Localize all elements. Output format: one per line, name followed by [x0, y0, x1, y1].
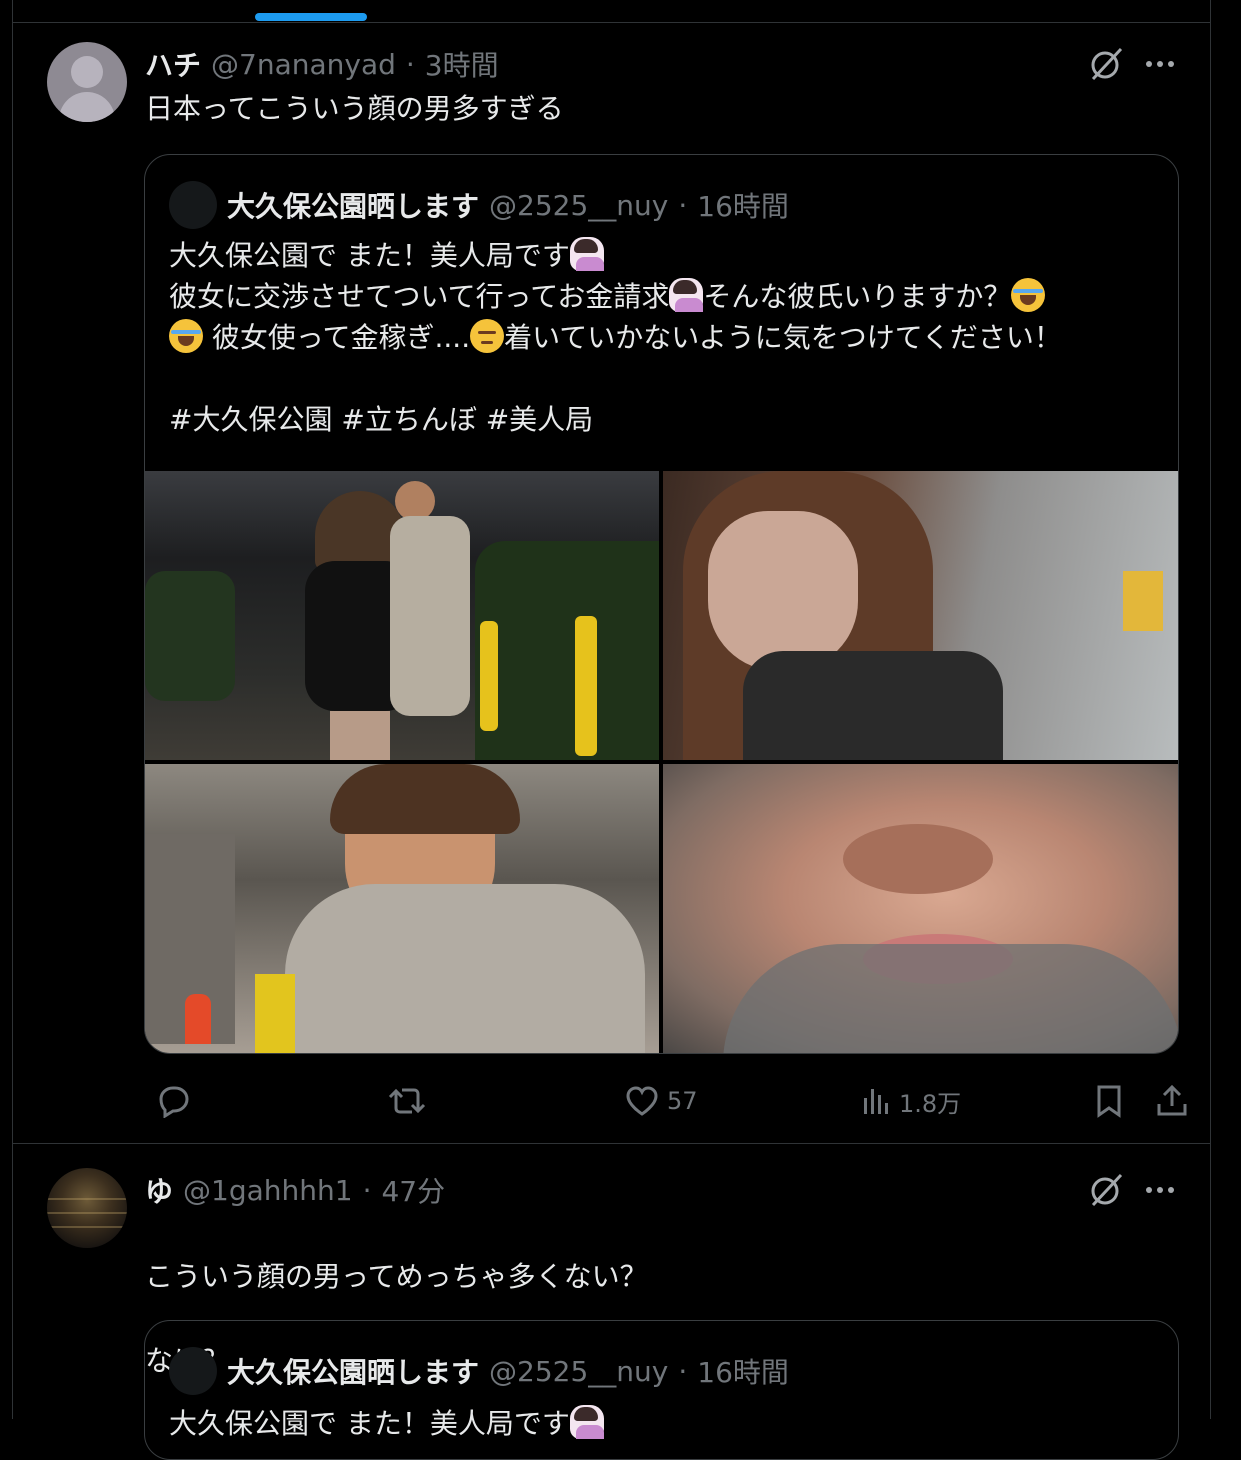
- post-text-line: こういう顔の男ってめっちゃ多くない？: [145, 1260, 648, 1293]
- quoted-line-text: 彼女使って金稼ぎ....: [211, 321, 471, 354]
- avatar[interactable]: [47, 42, 127, 122]
- quoted-header: 大久保公園晒します @2525__nuy · 16時間: [227, 1349, 789, 1393]
- views-button[interactable]: 1.8万: [861, 1078, 961, 1124]
- post-header: ハチ @7nananyad · 3時間: [145, 44, 499, 84]
- post-header: ゆ @1gahhhh1 · 47分: [145, 1170, 445, 1210]
- separator: ·: [405, 47, 415, 81]
- quoted-line-text: 大久保公園で また！美人局です: [169, 239, 570, 272]
- quoted-avatar[interactable]: [169, 1347, 217, 1395]
- media-man-face-closeup[interactable]: [663, 764, 1178, 1053]
- author-handle[interactable]: @7nananyad: [211, 48, 396, 81]
- quoted-header: 大久保公園晒します @2525__nuy · 16時間: [227, 183, 789, 227]
- author-handle[interactable]: @1gahhhh1: [183, 1174, 353, 1207]
- quoted-line: 彼女使って金稼ぎ.... 着いていかないように気をつけてください！: [169, 317, 1159, 358]
- bookmark-icon: [1097, 1085, 1121, 1118]
- like-icon: [626, 1086, 658, 1116]
- post-text: 日本ってこういう顔の男多すぎる: [145, 92, 564, 125]
- like-button[interactable]: 57: [625, 1078, 698, 1124]
- view-count: 1.8万: [899, 1089, 962, 1118]
- post-time[interactable]: 3時間: [425, 44, 499, 84]
- post-time[interactable]: 47分: [381, 1170, 445, 1210]
- quoted-time[interactable]: 16時間: [697, 1351, 789, 1391]
- repost-icon: [388, 1088, 426, 1114]
- quoted-post[interactable]: 大久保公園晒します @2525__nuy · 16時間 大久保公園で また！美人…: [144, 154, 1179, 1054]
- share-icon: [1157, 1084, 1187, 1116]
- grok-button[interactable]: [1086, 44, 1126, 84]
- media-street-night-couple[interactable]: [145, 471, 659, 760]
- quoted-line-text: 彼女に交渉させてついて行ってお金請求: [169, 280, 670, 313]
- woman-tipping-hand-emoji-icon: [569, 1405, 604, 1439]
- quoted-author-name[interactable]: 大久保公園晒します: [227, 185, 479, 225]
- grok-icon: [1091, 1173, 1123, 1207]
- author-name[interactable]: ゆ: [145, 1170, 173, 1210]
- quoted-line: 大久保公園で また！美人局です: [169, 1403, 1159, 1444]
- hashtags[interactable]: #大久保公園 #立ちんぼ #美人局: [169, 399, 1159, 440]
- author-name[interactable]: ハチ: [145, 44, 201, 84]
- bookmark-button[interactable]: [1095, 1078, 1123, 1124]
- reply-button[interactable]: [157, 1078, 191, 1124]
- avatar[interactable]: [47, 1168, 127, 1248]
- separator: ·: [678, 1354, 688, 1388]
- woman-tipping-hand-emoji-icon: [569, 237, 604, 271]
- quoted-line: 彼女に交渉させてついて行ってお金請求 そんな彼氏いりますか？: [169, 276, 1159, 317]
- separator: ·: [678, 188, 688, 222]
- quoted-text: 大久保公園で また！美人局です: [169, 1403, 1159, 1444]
- loudly-crying-face-emoji-icon: [169, 319, 203, 353]
- post[interactable]: ゆ @1gahhhh1 · 47分 こういう顔の男ってめっちゃ多くない？ なに？…: [13, 1144, 1212, 1460]
- loudly-crying-face-emoji-icon: [1011, 278, 1046, 312]
- quoted-line-text: 大久保公園で また！美人局です: [169, 1407, 570, 1440]
- views-icon: [864, 1089, 888, 1114]
- grok-icon: [1091, 47, 1123, 81]
- quoted-text: 大久保公園で また！美人局です 彼女に交渉させてついて行ってお金請求 そんな彼氏い…: [169, 235, 1159, 440]
- media-man-jacket[interactable]: [145, 764, 659, 1053]
- repost-button[interactable]: [387, 1078, 427, 1124]
- quoted-post[interactable]: 大久保公園晒します @2525__nuy · 16時間 大久保公園で また！美人…: [144, 1320, 1179, 1460]
- quoted-line: 大久保公園で また！美人局です: [169, 235, 1159, 276]
- timeline-column: ハチ @7nananyad · 3時間 日本ってこういう顔の男多すぎる 大久保公…: [12, 0, 1212, 1460]
- more-icon: [1146, 1187, 1174, 1193]
- quoted-handle[interactable]: @2525__nuy: [489, 189, 668, 222]
- quoted-line-text: 着いていかないように気をつけてください！: [504, 321, 1062, 354]
- post[interactable]: ハチ @7nananyad · 3時間 日本ってこういう顔の男多すぎる 大久保公…: [13, 22, 1212, 1143]
- more-icon: [1146, 61, 1174, 67]
- reply-icon: [159, 1086, 189, 1118]
- media-woman-closeup[interactable]: [663, 471, 1178, 760]
- share-button[interactable]: [1155, 1078, 1189, 1124]
- quoted-avatar[interactable]: [169, 181, 217, 229]
- grok-button[interactable]: [1086, 1170, 1126, 1210]
- quoted-handle[interactable]: @2525__nuy: [489, 1355, 668, 1388]
- quoted-author-name[interactable]: 大久保公園晒します: [227, 1351, 479, 1391]
- pensive-face-emoji-icon: [470, 319, 505, 353]
- quoted-time[interactable]: 16時間: [697, 185, 789, 225]
- separator: ·: [362, 1173, 372, 1207]
- post-actions: 57 1.8万: [145, 1078, 1187, 1124]
- more-button[interactable]: [1140, 1170, 1180, 1210]
- media-grid: [145, 471, 1178, 1053]
- woman-tipping-hand-emoji-icon: [669, 278, 704, 312]
- quoted-line-text: そんな彼氏いりますか？: [703, 280, 1012, 313]
- active-tab-indicator: [255, 13, 367, 21]
- like-count: 57: [667, 1087, 698, 1115]
- more-button[interactable]: [1140, 44, 1180, 84]
